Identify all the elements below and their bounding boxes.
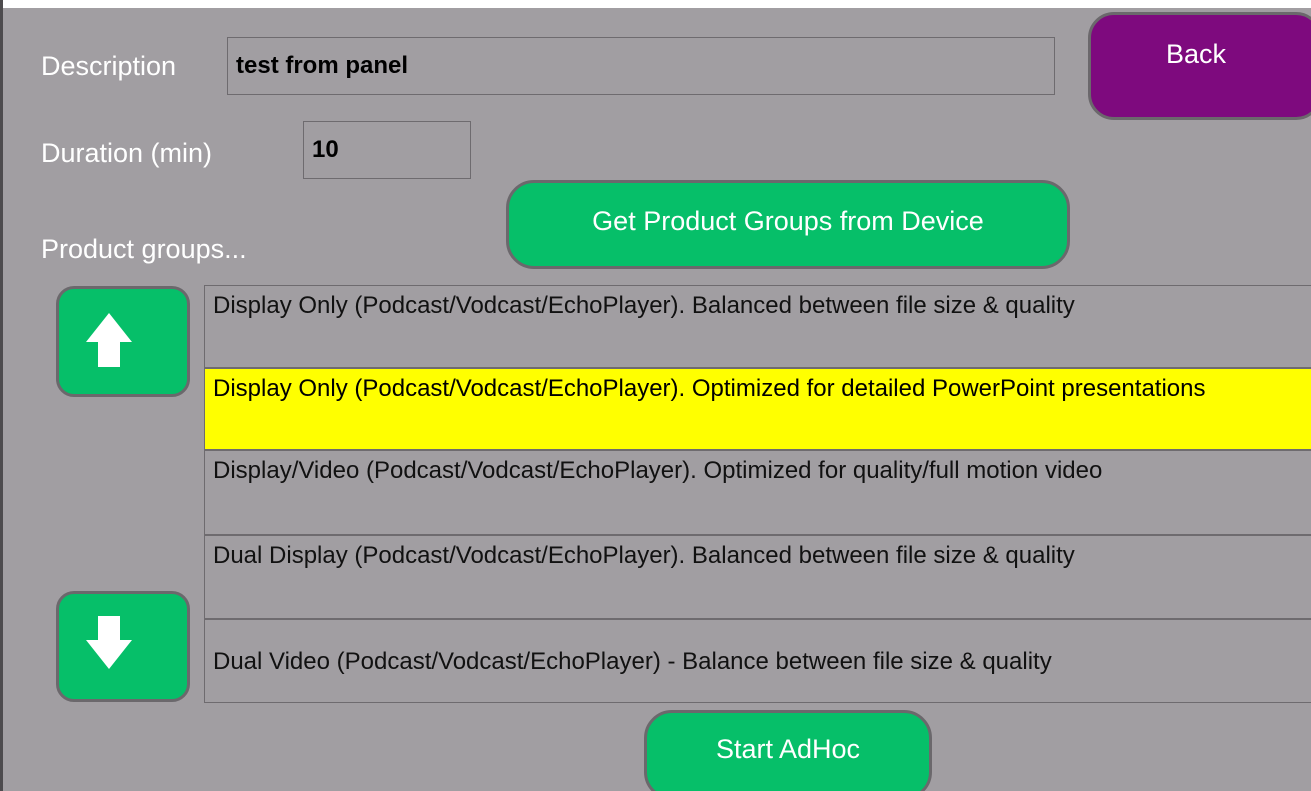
duration-field[interactable]: 10 <box>303 121 471 179</box>
product-groups-label: Product groups... <box>41 234 247 264</box>
list-item-selected[interactable]: Display Only (Podcast/Vodcast/EchoPlayer… <box>204 368 1311 450</box>
list-item[interactable]: Display Only (Podcast/Vodcast/EchoPlayer… <box>204 285 1311 368</box>
adhoc-panel: Description test from panel Back Duratio… <box>0 0 1311 791</box>
product-group-list: Display Only (Podcast/Vodcast/EchoPlayer… <box>204 285 1311 703</box>
duration-label: Duration (min) <box>41 138 213 168</box>
list-item-label: Display Only (Podcast/Vodcast/EchoPlayer… <box>213 292 1075 319</box>
list-item[interactable]: Dual Video (Podcast/Vodcast/EchoPlayer) … <box>204 619 1311 703</box>
scroll-down-button[interactable] <box>56 591 190 702</box>
top-strip <box>3 0 1311 8</box>
arrow-up-icon <box>86 313 132 367</box>
scroll-up-button[interactable] <box>56 286 190 397</box>
get-product-groups-button[interactable]: Get Product Groups from Device <box>506 180 1070 269</box>
list-item[interactable]: Display/Video (Podcast/Vodcast/EchoPlaye… <box>204 450 1311 535</box>
start-adhoc-button-label: Start AdHoc <box>715 733 861 764</box>
get-product-groups-button-label: Get Product Groups from Device <box>592 206 984 236</box>
back-button[interactable]: Back <box>1088 12 1311 120</box>
description-field[interactable]: test from panel <box>227 37 1055 95</box>
arrow-down-icon <box>86 616 132 669</box>
start-adhoc-button[interactable]: Start AdHoc <box>644 710 932 791</box>
list-item-label: Display/Video (Podcast/Vodcast/EchoPlaye… <box>213 457 1103 484</box>
list-item-label: Display Only (Podcast/Vodcast/EchoPlayer… <box>213 375 1206 402</box>
description-label: Description <box>41 51 177 81</box>
list-item-label: Dual Display (Podcast/Vodcast/EchoPlayer… <box>213 542 1075 569</box>
list-item-label: Dual Video (Podcast/Vodcast/EchoPlayer) … <box>213 647 1052 675</box>
list-item[interactable]: Dual Display (Podcast/Vodcast/EchoPlayer… <box>204 535 1311 619</box>
back-button-label: Back <box>1165 38 1227 69</box>
